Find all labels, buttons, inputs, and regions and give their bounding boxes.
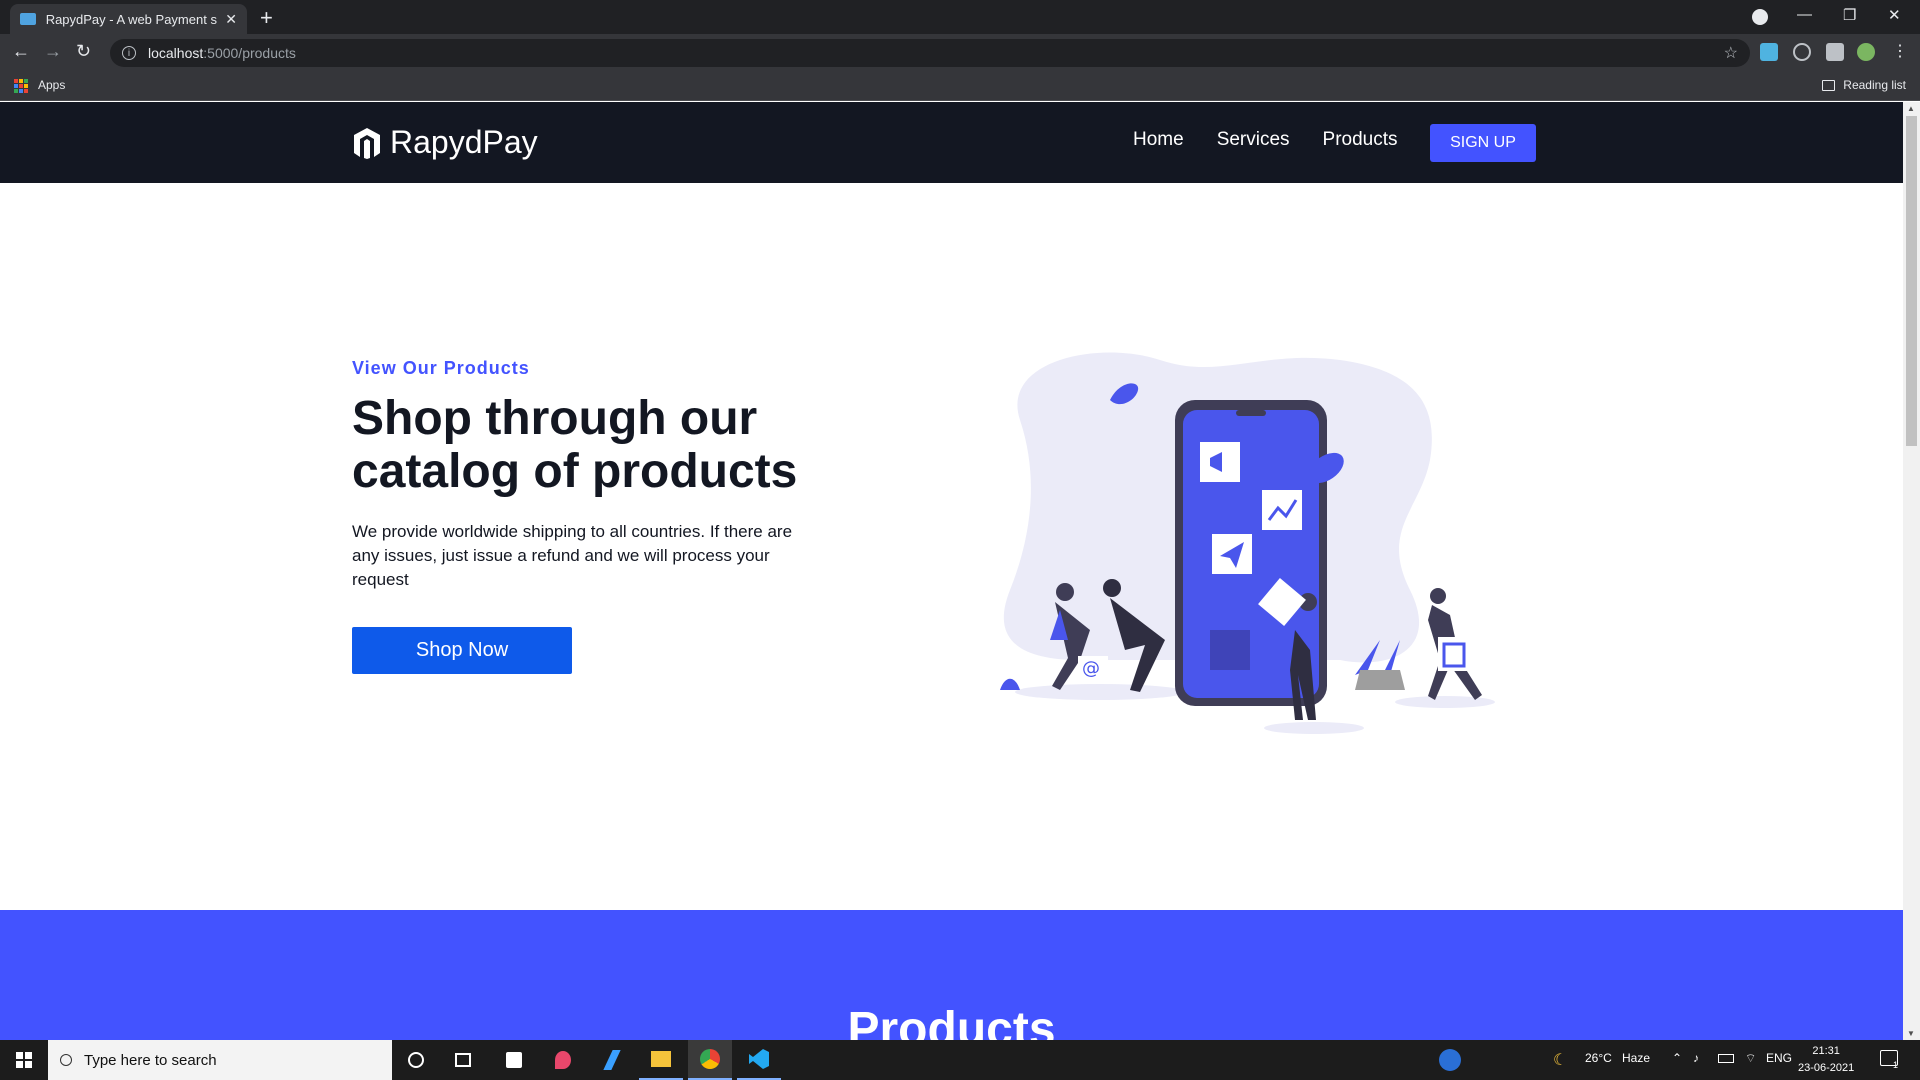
help-icon[interactable]	[1439, 1049, 1461, 1071]
clock[interactable]: 21:31 23-06-2021	[1798, 1043, 1854, 1077]
clock-date: 23-06-2021	[1798, 1062, 1855, 1074]
nav-products[interactable]: Products	[1323, 129, 1398, 151]
scroll-down-icon[interactable]: ▼	[1907, 1029, 1915, 1038]
reading-list-icon	[1822, 79, 1836, 91]
language-indicator[interactable]: ENG	[1766, 1051, 1792, 1065]
profile-menu-icon[interactable]	[1752, 9, 1768, 25]
minimize-icon[interactable]: —	[1797, 6, 1812, 23]
hero-illustration: @	[1000, 352, 1495, 734]
shop-now-button[interactable]: Shop Now	[352, 627, 572, 674]
task-view-icon[interactable]	[441, 1040, 485, 1080]
ground-shadow-left	[1015, 684, 1185, 700]
tab-title: RapydPay - A web Payment syste	[45, 11, 218, 27]
extension-circle-icon[interactable]	[1793, 43, 1811, 61]
address-bar[interactable]: i localhost:5000/products ☆	[110, 39, 1750, 67]
notification-count: 1	[1893, 1060, 1899, 1070]
url-path: :5000/products	[203, 45, 296, 61]
file-explorer-icon[interactable]	[639, 1040, 683, 1080]
nav-services[interactable]: Services	[1217, 129, 1290, 151]
apps-grid-icon[interactable]	[14, 79, 28, 93]
right-man-figure	[1430, 588, 1446, 604]
man-figure	[1103, 579, 1121, 597]
products-heading: Products	[847, 1003, 1056, 1040]
weather-temp[interactable]: 26°C	[1585, 1051, 1612, 1065]
apps-bookmark[interactable]: Apps	[38, 78, 65, 92]
search-placeholder: Type here to search	[84, 1051, 217, 1069]
clock-time: 21:31	[1812, 1045, 1840, 1057]
reading-list-button[interactable]: Reading list	[1822, 78, 1906, 92]
weather-desc[interactable]: Haze	[1622, 1051, 1650, 1065]
forward-icon[interactable]: →	[44, 41, 62, 62]
plant-left-icon	[1000, 678, 1020, 690]
ground-shadow-center	[1264, 722, 1364, 734]
scroll-thumb[interactable]	[1906, 116, 1917, 446]
restore-icon[interactable]: ❐	[1843, 6, 1856, 24]
close-window-icon[interactable]: ✕	[1888, 6, 1901, 24]
volume-icon[interactable]: ♪	[1693, 1051, 1699, 1065]
extensions-puzzle-icon[interactable]	[1826, 43, 1844, 61]
main-nav: Home Services Products	[1133, 129, 1398, 151]
favicon-icon	[20, 13, 36, 25]
svg-text:@: @	[1082, 658, 1100, 679]
brand-name: RapydPay	[390, 124, 538, 160]
bookmark-star-icon[interactable]: ☆	[1724, 43, 1738, 63]
scroll-up-icon[interactable]: ▲	[1907, 104, 1915, 113]
rock-icon	[1355, 670, 1405, 690]
hero-title: Shop through our catalog of products	[352, 392, 798, 498]
hero-description: We provide worldwide shipping to all cou…	[352, 522, 793, 589]
vscode-icon[interactable]	[737, 1040, 781, 1080]
nav-home[interactable]: Home	[1133, 129, 1184, 151]
avatar[interactable]	[1857, 43, 1875, 61]
chrome-icon[interactable]	[688, 1040, 732, 1080]
paint-icon[interactable]	[541, 1040, 585, 1080]
browser-toolbar: ← → ↻ i localhost:5000/products ☆ ⋮	[0, 34, 1920, 70]
new-tab-icon[interactable]: +	[260, 5, 273, 31]
search-icon	[60, 1054, 72, 1066]
phone-notch	[1236, 410, 1266, 416]
chevron-up-icon[interactable]: ⌃	[1672, 1051, 1682, 1065]
windows-start-icon[interactable]	[16, 1052, 32, 1068]
hero-eyebrow: View Our Products	[352, 358, 530, 378]
cortana-icon[interactable]	[394, 1040, 438, 1080]
signup-button[interactable]: SIGN UP	[1430, 124, 1536, 162]
windows-taskbar: Type here to search ☾ 26°C Haze ⌃ ♪ ⌔ EN…	[0, 1040, 1920, 1080]
bookmarks-bar: Apps Reading list	[0, 70, 1920, 101]
brand-logo[interactable]: RapydPay	[352, 124, 538, 161]
dev-tool-icon[interactable]	[590, 1040, 634, 1080]
reading-list-label: Reading list	[1843, 78, 1906, 92]
reload-icon[interactable]: ↻	[76, 41, 91, 62]
ground-shadow-right	[1395, 696, 1495, 708]
wifi-icon[interactable]: ⌔	[1745, 1051, 1756, 1066]
more-menu-icon[interactable]: ⋮	[1892, 41, 1908, 61]
battery-icon[interactable]	[1718, 1054, 1734, 1063]
browser-tab-strip: RapydPay - A web Payment syste ✕ + — ❐ ✕	[0, 0, 1920, 34]
phone-tile-placeholder	[1210, 630, 1250, 670]
close-icon[interactable]: ✕	[225, 11, 237, 28]
browser-tab[interactable]: RapydPay - A web Payment syste ✕	[10, 4, 247, 34]
site-info-icon[interactable]: i	[122, 46, 136, 60]
page-viewport: RapydPay Home Services Products SIGN UP …	[0, 102, 1903, 1040]
woman-figure	[1056, 583, 1074, 601]
rapydpay-logo-icon	[354, 127, 380, 159]
page-scrollbar[interactable]: ▲ ▼	[1903, 102, 1920, 1040]
url-host: localhost	[148, 45, 204, 61]
react-devtools-icon[interactable]	[1760, 43, 1778, 61]
site-navbar: RapydPay Home Services Products SIGN UP	[0, 102, 1903, 183]
taskbar-search[interactable]: Type here to search	[48, 1040, 392, 1080]
weather-icon[interactable]: ☾	[1553, 1050, 1567, 1070]
store-icon[interactable]	[492, 1040, 536, 1080]
back-icon[interactable]: ←	[12, 41, 30, 62]
